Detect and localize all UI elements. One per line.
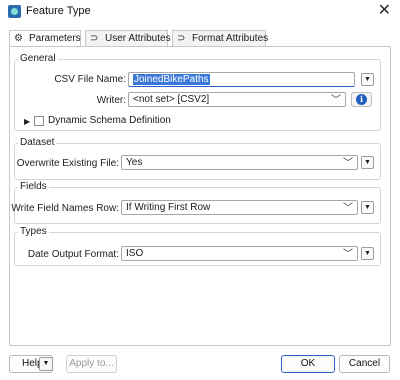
menu-arrow-icon: ▼	[364, 250, 371, 257]
cancel-label: Cancel	[348, 358, 381, 369]
close-icon[interactable]: ✕	[378, 1, 391, 21]
group-heading: Fields	[18, 181, 49, 192]
tab-format-attributes[interactable]: ⊃ Format Attributes	[172, 30, 269, 47]
write-field-names-value: If Writing First Row	[126, 202, 211, 213]
csv-file-name-label: CSV File Name:	[54, 74, 126, 85]
chevron-down-icon: ﹀	[343, 203, 353, 214]
overwrite-select[interactable]: Yes ﹀	[121, 155, 358, 170]
writer-select[interactable]: <not set> [CSV2] ﹀	[128, 92, 346, 107]
write-field-names-menu-button[interactable]: ▼	[361, 201, 374, 214]
tab-label: Parameters	[29, 33, 81, 44]
menu-arrow-icon: ▼	[364, 159, 371, 166]
gear-icon: ⚙	[14, 33, 23, 44]
title-bar: Feature Type ✕	[0, 0, 400, 24]
writer-label: Writer:	[96, 95, 126, 106]
apply-to-button[interactable]: Apply to...	[66, 355, 117, 373]
menu-arrow-icon: ▼	[364, 76, 371, 83]
csv-file-name-input[interactable]: JoinedBikePaths	[128, 72, 355, 87]
dynamic-schema-label: Dynamic Schema Definition	[48, 115, 171, 126]
ok-label: OK	[300, 358, 316, 369]
csv-menu-button[interactable]: ▼	[361, 73, 374, 86]
ok-button[interactable]: OK	[281, 355, 335, 373]
info-button[interactable]: i	[351, 92, 372, 107]
overwrite-menu-button[interactable]: ▼	[361, 156, 374, 169]
date-output-format-menu-button[interactable]: ▼	[361, 247, 374, 260]
date-output-format-label: Date Output Format:	[27, 249, 119, 260]
help-menu-arrow-icon[interactable]: ▼	[39, 357, 53, 371]
chevron-down-icon: ﹀	[343, 158, 353, 169]
write-field-names-label: Write Field Names Row:	[11, 203, 119, 214]
cancel-button[interactable]: Cancel	[339, 355, 390, 373]
date-output-format-value: ISO	[126, 248, 144, 259]
info-icon: i	[356, 94, 367, 105]
overwrite-value: Yes	[126, 157, 143, 168]
menu-arrow-icon: ▼	[364, 204, 371, 211]
date-output-format-select[interactable]: ISO ﹀	[121, 246, 358, 261]
overwrite-label: Overwrite Existing File:	[16, 158, 119, 169]
group-heading: Dataset	[18, 137, 57, 148]
writer-value: <not set> [CSV2]	[133, 94, 210, 105]
write-field-names-select[interactable]: If Writing First Row ﹀	[121, 200, 358, 215]
group-heading: Types	[18, 226, 49, 237]
tab-label: Format Attributes	[192, 33, 269, 44]
chevron-down-icon: ﹀	[331, 95, 341, 106]
app-icon	[8, 5, 21, 18]
dynamic-schema-checkbox[interactable]	[34, 116, 44, 126]
tab-user-attributes[interactable]: ⊃ User Attributes	[85, 30, 171, 47]
attribute-icon: ⊃	[177, 33, 186, 44]
tab-label: User Attributes	[105, 33, 171, 44]
attribute-icon: ⊃	[90, 33, 99, 44]
menu-arrow-icon: ▼	[42, 360, 50, 367]
expand-arrow-icon[interactable]: ▶	[24, 117, 30, 126]
group-heading: General	[18, 53, 58, 64]
window-title: Feature Type	[26, 5, 91, 17]
apply-to-label: Apply to...	[69, 358, 114, 369]
chevron-down-icon: ﹀	[343, 249, 353, 260]
